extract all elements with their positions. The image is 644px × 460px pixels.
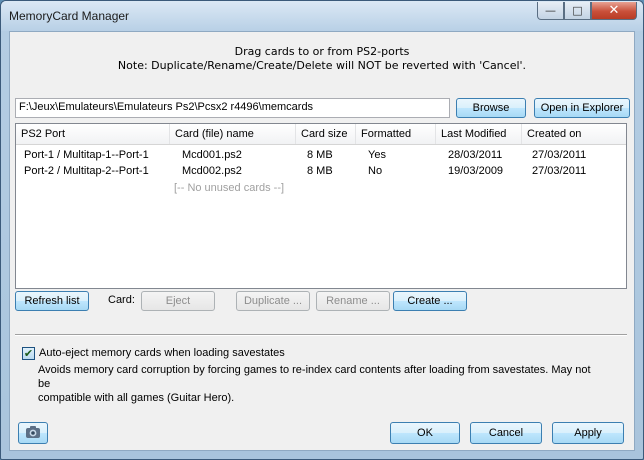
row-last-modified: 19/03/2009 bbox=[448, 165, 504, 177]
minimize-button[interactable]: — bbox=[537, 2, 564, 20]
memcards-path-input[interactable]: F:\Jeux\Emulateurs\Emulateurs Ps2\Pcsx2 … bbox=[15, 98, 450, 118]
minimize-icon: — bbox=[545, 4, 556, 17]
refresh-list-button[interactable]: Refresh list bbox=[15, 291, 89, 311]
caption-buttons: — □ ✕ bbox=[537, 2, 637, 20]
list-header: PS2 Port Card (file) name Card size Form… bbox=[16, 124, 626, 145]
eject-button[interactable]: Eject bbox=[141, 291, 215, 311]
revert-warning: Note: Duplicate/Rename/Create/Delete wil… bbox=[117, 59, 527, 72]
no-unused-cards-placeholder: [-- No unused cards --] bbox=[174, 182, 285, 194]
row-card-name: Mcd002.ps2 bbox=[182, 165, 242, 177]
duplicate-button[interactable]: Duplicate ... bbox=[236, 291, 310, 311]
row-created-on: 27/03/2011 bbox=[532, 165, 587, 177]
row-card-size: 8 MB bbox=[307, 165, 333, 177]
auto-eject-description: Avoids memory card corruption by forcing… bbox=[38, 363, 598, 405]
separator bbox=[15, 334, 627, 336]
column-card-name[interactable]: Card (file) name bbox=[170, 124, 296, 144]
screenshot-button[interactable] bbox=[18, 422, 48, 444]
maximize-icon: □ bbox=[572, 4, 583, 17]
ok-button[interactable]: OK bbox=[390, 422, 460, 444]
checkmark-icon: ✔ bbox=[23, 347, 34, 360]
row-port: Port-1 / Multitap-1--Port-1 bbox=[24, 149, 149, 161]
memory-card-list[interactable]: PS2 Port Card (file) name Card size Form… bbox=[15, 123, 627, 289]
close-icon: ✕ bbox=[608, 3, 620, 18]
card-label: Card: bbox=[108, 294, 135, 306]
open-in-explorer-button[interactable]: Open in Explorer bbox=[534, 98, 630, 118]
column-created-on[interactable]: Created on bbox=[522, 124, 626, 144]
column-ps2-port[interactable]: PS2 Port bbox=[16, 124, 170, 144]
drag-hint: Drag cards to or from PS2-ports bbox=[234, 45, 410, 58]
column-formatted[interactable]: Formatted bbox=[356, 124, 436, 144]
table-row[interactable]: Port-1 / Multitap-1--Port-1 Mcd001.ps2 8… bbox=[16, 148, 626, 164]
camera-icon bbox=[25, 425, 41, 442]
auto-eject-label[interactable]: Auto-eject memory cards when loading sav… bbox=[39, 347, 285, 359]
apply-button[interactable]: Apply bbox=[552, 422, 624, 444]
auto-eject-description-line-1: Avoids memory card corruption by forcing… bbox=[38, 364, 591, 390]
row-port: Port-2 / Multitap-2--Port-1 bbox=[24, 165, 149, 177]
auto-eject-description-line-2: compatible with all games (Guitar Hero). bbox=[38, 392, 235, 404]
row-last-modified: 28/03/2011 bbox=[448, 149, 503, 161]
browse-button[interactable]: Browse bbox=[456, 98, 526, 118]
memorycard-manager-window: MemoryCard Manager — □ ✕ Drag cards to o… bbox=[0, 0, 644, 460]
row-created-on: 27/03/2011 bbox=[532, 149, 587, 161]
dialog-client-area: Drag cards to or from PS2-ports Note: Du… bbox=[9, 31, 635, 451]
row-card-name: Mcd001.ps2 bbox=[182, 149, 242, 161]
title-bar[interactable]: MemoryCard Manager — □ ✕ bbox=[1, 1, 643, 31]
row-formatted: No bbox=[368, 165, 383, 177]
row-card-size: 8 MB bbox=[307, 149, 333, 161]
table-row[interactable]: Port-2 / Multitap-2--Port-1 Mcd002.ps2 8… bbox=[16, 164, 626, 180]
row-formatted: Yes bbox=[368, 149, 386, 161]
column-last-modified[interactable]: Last Modified bbox=[436, 124, 522, 144]
close-button[interactable]: ✕ bbox=[591, 2, 637, 20]
maximize-button[interactable]: □ bbox=[564, 2, 591, 20]
window-title: MemoryCard Manager bbox=[9, 9, 130, 23]
rename-button[interactable]: Rename ... bbox=[316, 291, 390, 311]
create-button[interactable]: Create ... bbox=[393, 291, 467, 311]
auto-eject-checkbox[interactable]: ✔ bbox=[22, 347, 35, 360]
cancel-button[interactable]: Cancel bbox=[470, 422, 542, 444]
column-card-size[interactable]: Card size bbox=[296, 124, 356, 144]
